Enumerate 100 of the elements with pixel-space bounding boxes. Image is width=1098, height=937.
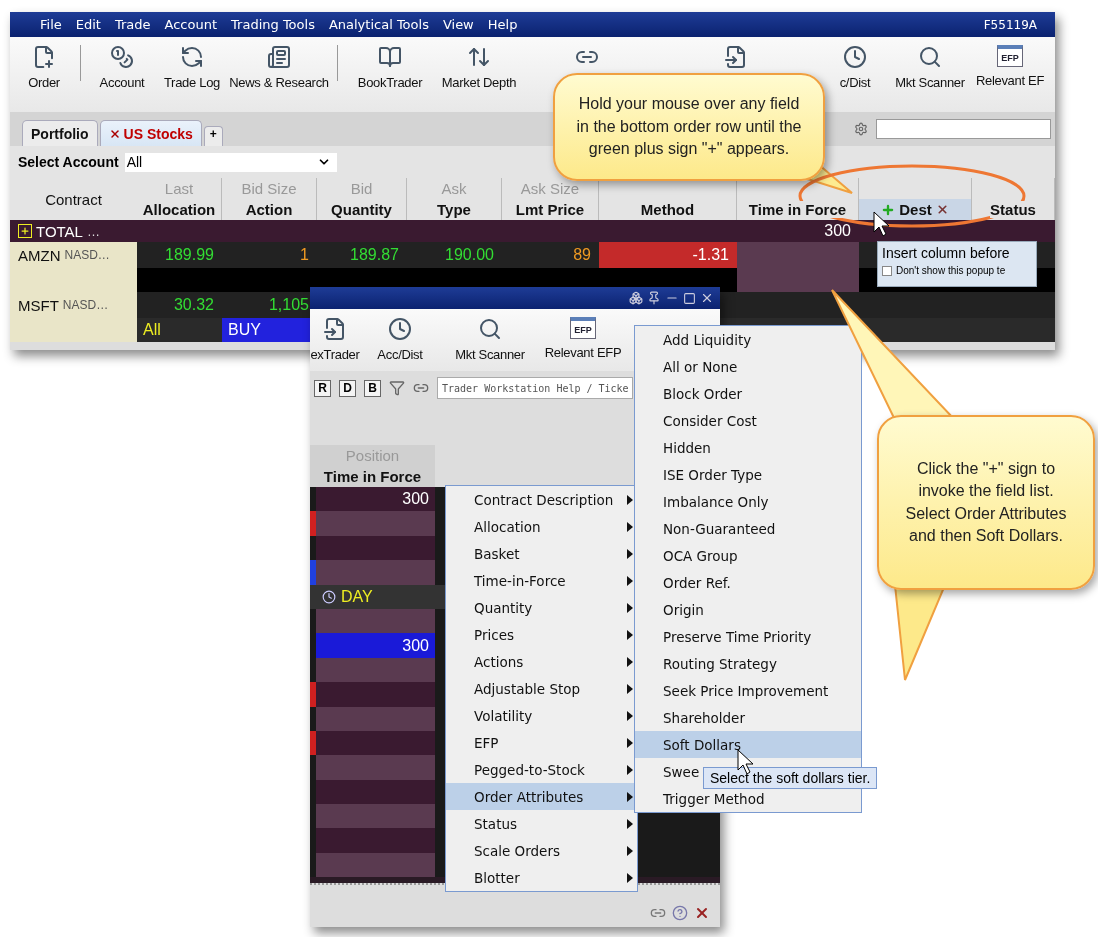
cubes-icon[interactable]	[629, 291, 643, 305]
table-cell: 189.87	[317, 242, 407, 268]
account-dropdown[interactable]: All	[124, 152, 337, 172]
table-cell: 1	[222, 242, 317, 268]
menu-item[interactable]: Allocation	[446, 513, 637, 540]
toolbar-button[interactable]: News & Research	[229, 75, 329, 90]
menu-item[interactable]: ISE Order Type	[635, 461, 861, 488]
header-label: Method	[640, 201, 695, 218]
search-field[interactable]	[876, 119, 1051, 139]
submenu-arrow-icon	[627, 791, 633, 802]
filter-button[interactable]: B	[364, 379, 381, 397]
menu-item[interactable]: File	[40, 17, 62, 32]
pin-icon[interactable]	[647, 291, 661, 305]
column-header[interactable]: Quantity	[317, 199, 407, 220]
menu-item[interactable]: Preserve Time Priority	[635, 623, 861, 650]
menu-item[interactable]: Actions	[446, 648, 637, 675]
toolbar-button[interactable]: c/Dist	[839, 75, 871, 90]
menu-item[interactable]: Trading Tools	[231, 17, 315, 32]
column-header[interactable]: Action	[222, 199, 317, 220]
help-icon[interactable]	[672, 905, 688, 921]
filter-icon[interactable]	[389, 380, 405, 396]
menu-item[interactable]: Blotter	[446, 864, 637, 891]
menu-item[interactable]: Pegged-to-Stock	[446, 756, 637, 783]
menu-item[interactable]: Consider Cost	[635, 407, 861, 434]
submenu-arrow-icon	[627, 494, 633, 505]
tab[interactable]: Portfolio	[22, 120, 98, 146]
toolbar-button[interactable]: Mkt Scanner	[455, 347, 525, 362]
exchange-label: NASD…	[64, 248, 110, 262]
document-plus-icon	[32, 45, 56, 69]
toolbar-button[interactable]: exTrader	[310, 347, 360, 362]
table-cell: 300	[737, 220, 859, 242]
menu-item[interactable]: Routing Strategy	[635, 650, 861, 677]
menu-item[interactable]: Soft Dollars	[635, 731, 861, 758]
menu-item[interactable]: Contract Description	[446, 486, 637, 513]
search-field[interactable]: Trader Workstation Help / Ticke	[437, 377, 633, 399]
clock-icon	[843, 45, 867, 69]
column-header[interactable]: Allocation	[137, 199, 222, 220]
column-header[interactable]: Time in Force	[310, 466, 435, 487]
menu-item[interactable]: Volatility	[446, 702, 637, 729]
newspaper-icon	[267, 45, 291, 69]
toolbar-button[interactable]: Relevant EF	[975, 73, 1045, 88]
column-header: Bid Size	[222, 178, 317, 199]
toolbar-button[interactable]: Account	[99, 75, 145, 90]
menu-item[interactable]: Scale Orders	[446, 837, 637, 864]
expand-icon[interactable]	[18, 224, 32, 238]
column-header[interactable]: Time in Force	[737, 199, 859, 220]
menu-item[interactable]: Adjustable Stop	[446, 675, 637, 702]
column-header[interactable]: Type	[407, 199, 502, 220]
search-icon	[918, 45, 942, 69]
column-header: Ask Size	[502, 178, 599, 199]
callout-bubble: Hold your mouse over any field in the bottom order row until the green plus sign "+" appears.	[553, 73, 825, 181]
efp-icon: EFP	[997, 45, 1023, 67]
column-header[interactable]: Lmt Price	[502, 199, 599, 220]
tab[interactable]: US Stocks	[99, 120, 202, 146]
column-header[interactable]: Dest	[859, 199, 972, 220]
menu-item[interactable]: All or None	[635, 353, 861, 380]
menu-item[interactable]: OCA Group	[635, 542, 861, 569]
menu-item[interactable]: Order Ref.	[635, 569, 861, 596]
menu-item[interactable]: Analytical Tools	[328, 17, 429, 32]
menu-item[interactable]: Imbalance Only	[635, 488, 861, 515]
gear-icon[interactable]	[854, 122, 868, 136]
close-icon[interactable]	[935, 203, 949, 216]
toolbar-button[interactable]: Trade Log	[163, 75, 221, 90]
toolbar-button[interactable]: Market Depth	[441, 75, 517, 90]
menu-item[interactable]: Order Attributes	[446, 783, 637, 810]
menu-item[interactable]: Quantity	[446, 594, 637, 621]
menu-item[interactable]: Hidden	[635, 434, 861, 461]
menu-item[interactable]: Prices	[446, 621, 637, 648]
menu-item[interactable]: Non-Guaranteed	[635, 515, 861, 542]
checkbox[interactable]	[882, 265, 892, 276]
close-icon[interactable]	[694, 905, 710, 921]
toolbar-button[interactable]: BookTrader	[357, 75, 423, 90]
toolbar-button[interactable]: Acc/Dist	[377, 347, 423, 362]
menu-item[interactable]: Trade	[114, 17, 151, 32]
menu-item[interactable]: Shareholder	[635, 704, 861, 731]
menu-item[interactable]: Status	[446, 810, 637, 837]
toolbar-button[interactable]: Relevant EFP	[544, 345, 622, 360]
filter-button[interactable]: R	[314, 379, 331, 397]
menu-item[interactable]: Basket	[446, 540, 637, 567]
menu-item[interactable]: Block Order	[635, 380, 861, 407]
maximize-icon[interactable]	[683, 291, 696, 305]
menu-item[interactable]: Seek Price Improvement	[635, 677, 861, 704]
menu-item[interactable]: EFP	[446, 729, 637, 756]
checkbox-row[interactable]: Don't show this popup te	[882, 265, 1032, 276]
column-header[interactable]: Method	[599, 199, 737, 220]
close-icon[interactable]	[700, 291, 714, 305]
menu-item[interactable]: Origin	[635, 596, 861, 623]
add-tab-button[interactable]: +	[203, 126, 223, 146]
toolbar-button[interactable]: Mkt Scanner	[895, 75, 965, 90]
menu-item[interactable]: Account	[164, 17, 218, 32]
popup-text: Insert column before	[882, 245, 1011, 261]
toolbar-button[interactable]: Order	[28, 75, 60, 90]
menu-item[interactable]: View	[442, 17, 474, 32]
filter-button[interactable]: D	[339, 379, 356, 397]
column-header[interactable]: Contract	[10, 178, 137, 220]
menu-item[interactable]: Time-in-Force	[446, 567, 637, 594]
menu-item[interactable]: Edit	[75, 17, 101, 32]
column-header[interactable]: Status	[972, 199, 1055, 220]
close-icon[interactable]	[108, 127, 121, 140]
menu-item[interactable]: Help	[487, 17, 518, 32]
